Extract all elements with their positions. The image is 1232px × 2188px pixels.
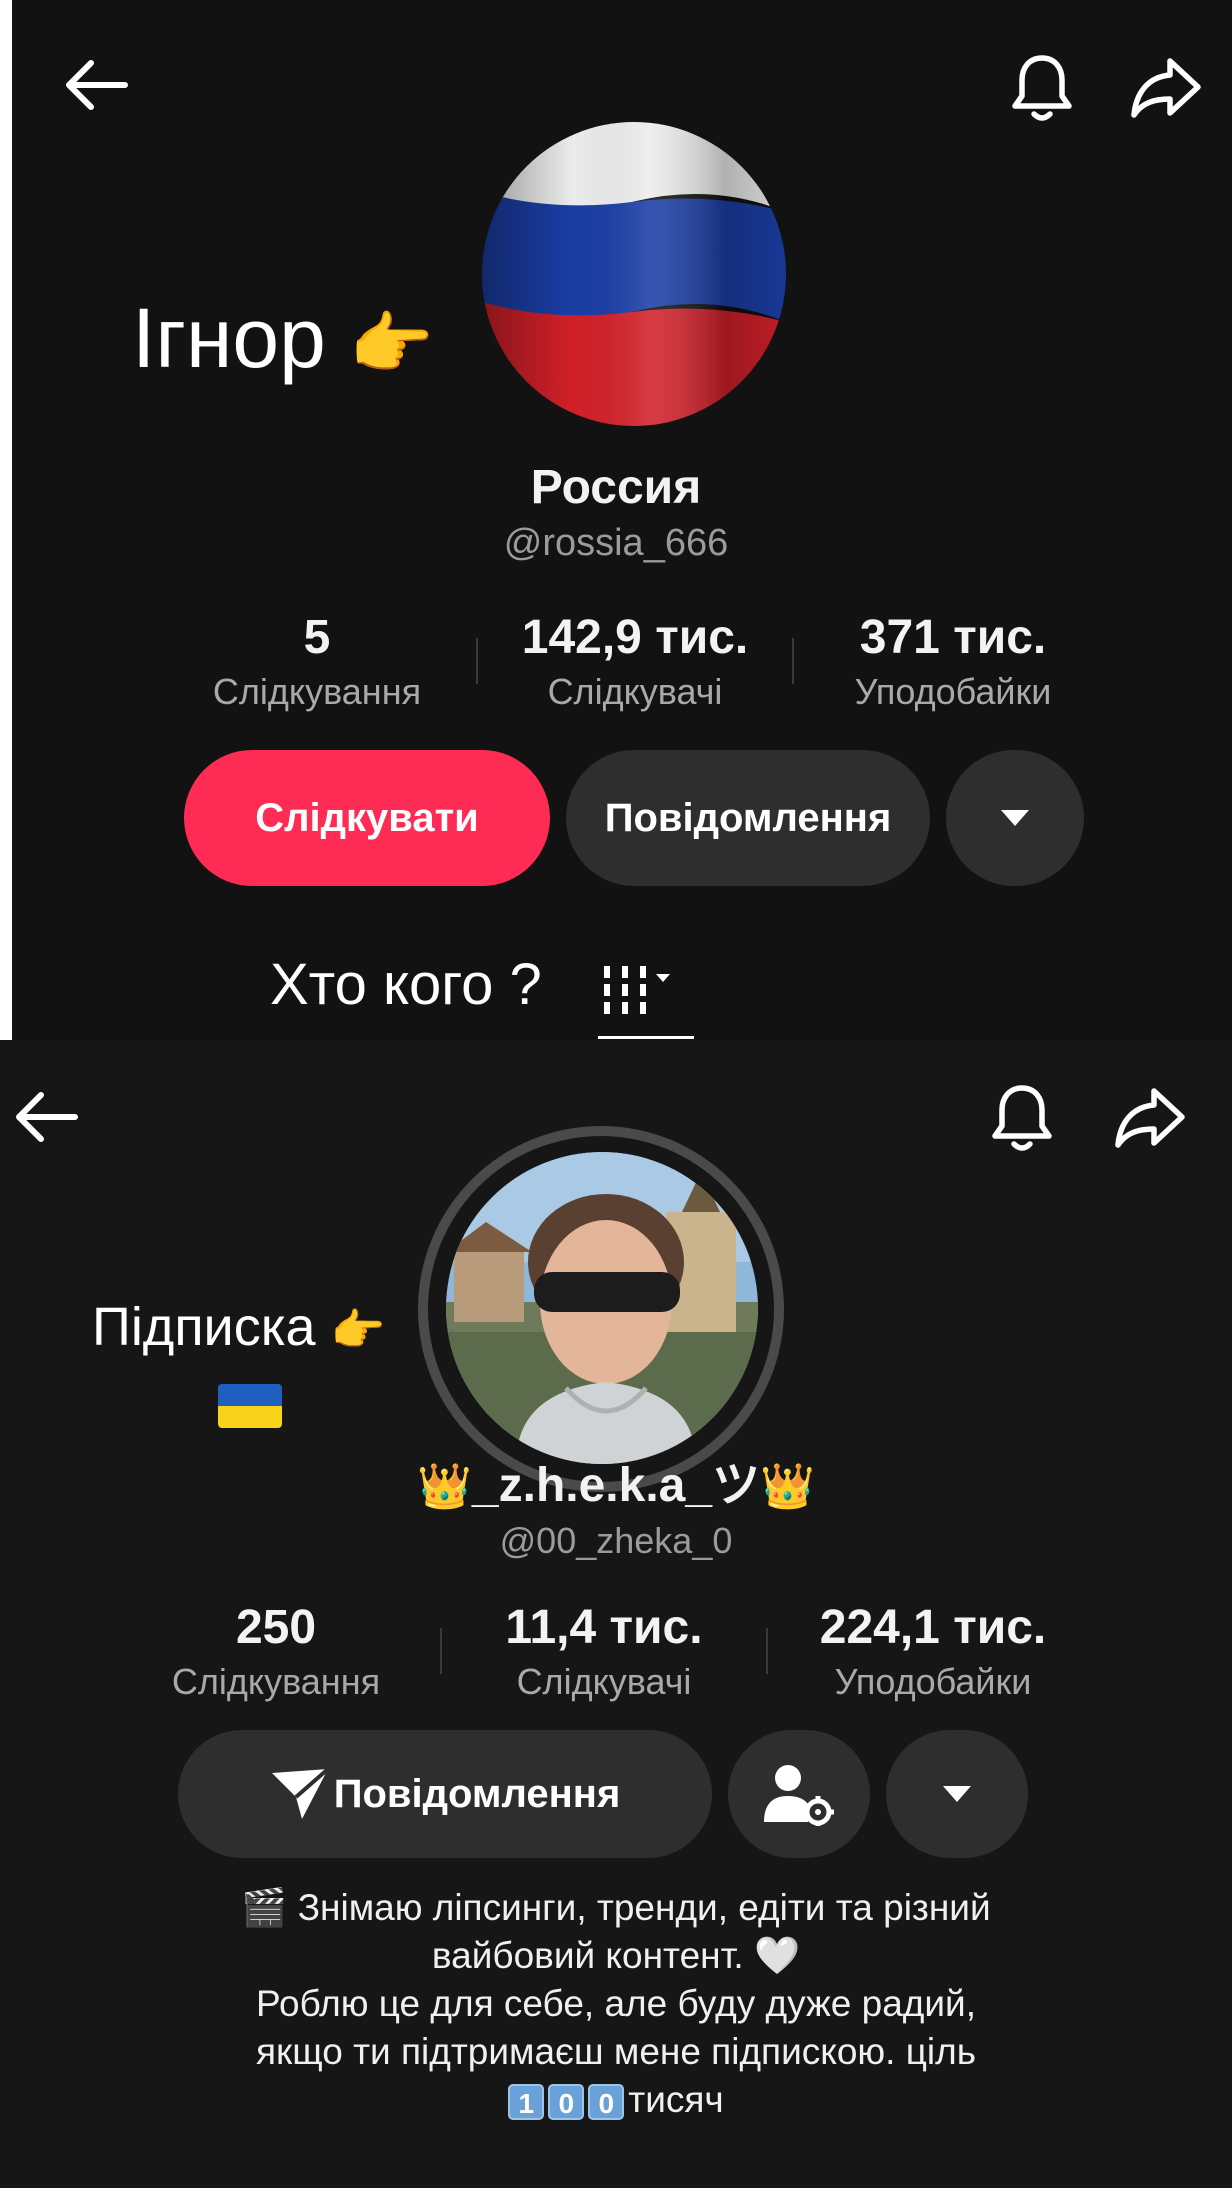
goal-digit: 0	[548, 2084, 585, 2121]
stat-likes-label: Уподобайки	[854, 671, 1052, 712]
stat-divider	[766, 1628, 768, 1674]
notification-bell-button[interactable]	[986, 1080, 1058, 1156]
overlay-label-text: Підписка	[92, 1297, 316, 1357]
add-friend-settings-button[interactable]	[728, 1730, 870, 1858]
person-gear-icon	[764, 1765, 834, 1826]
overlay-label-ignore: Ігнор 👉	[132, 288, 434, 394]
follow-button[interactable]: Слідкувати	[184, 750, 550, 886]
stat-followers-value: 142,9 тис.	[521, 611, 749, 664]
grid-bars-icon	[572, 966, 694, 1039]
pointing-right-emoji: 👉	[349, 306, 434, 382]
stat-likes-label: Уподобайки	[834, 1661, 1032, 1702]
back-button[interactable]	[58, 52, 132, 118]
russia-flag-image	[482, 122, 786, 426]
stat-likes-value: 371 тис.	[859, 611, 1047, 664]
stat-divider	[792, 638, 794, 684]
bio-line: вайбовий контент. 🤍	[60, 1932, 1172, 1980]
share-icon	[1131, 58, 1201, 118]
stat-likes[interactable]: 371 тис. Уподобайки	[808, 610, 1098, 713]
profile-name: 👑_z.h.e.k.a_ツ👑	[0, 1456, 1232, 1517]
message-button-label: Повідомлення	[333, 1771, 621, 1816]
share-button[interactable]	[1112, 1082, 1188, 1152]
bell-icon	[1012, 55, 1072, 121]
bio-line: Роблю це для себе, але буду дуже радий,	[60, 1980, 1172, 2028]
caret-down-icon	[943, 1786, 971, 1802]
back-button[interactable]	[8, 1086, 82, 1148]
share-icon	[1115, 1088, 1185, 1148]
profile-handle: @rossia_666	[503, 522, 729, 564]
arrow-left-icon	[16, 1092, 78, 1142]
bio-line: 🎬 Знімаю ліпсинги, тренди, едіти та різн…	[60, 1884, 1172, 1932]
stat-followers-value: 11,4 тис.	[505, 1601, 703, 1654]
profile-name: Россия	[530, 461, 702, 514]
profile-photo	[446, 1152, 758, 1464]
overlay-label-text: Ігнор	[132, 291, 326, 385]
stat-likes[interactable]: 224,1 тис. Уподобайки	[780, 1600, 1086, 1703]
stat-followers-label: Слідкувачі	[547, 671, 723, 712]
stat-followers[interactable]: 142,9 тис. Слідкувачі	[490, 610, 780, 713]
overlay-label-subscribe: Підписка 👉	[92, 1292, 385, 1366]
bio-goal-line: 1 0 0 тисяч	[60, 2076, 1172, 2124]
crown-emoji: 👑	[760, 1462, 815, 1511]
stat-followers-label: Слідкувачі	[516, 1661, 692, 1702]
avatar[interactable]	[446, 1152, 758, 1464]
stat-following-value: 5	[303, 611, 331, 664]
notification-bell-button[interactable]	[1006, 50, 1078, 126]
stat-likes-value: 224,1 тис.	[819, 1601, 1047, 1654]
avatar[interactable]	[482, 122, 786, 426]
bell-icon	[992, 1085, 1052, 1151]
caption-text: Хто кого ?	[270, 952, 542, 1017]
more-options-button[interactable]	[946, 750, 1084, 886]
stat-following[interactable]: 5 Слідкування	[170, 610, 464, 713]
stat-divider	[476, 638, 478, 684]
profile-name-text: _z.h.e.k.a_ツ	[471, 1459, 761, 1512]
stat-following-label: Слідкування	[212, 671, 422, 712]
pointing-right-emoji: 👉	[330, 1306, 386, 1355]
arrow-left-icon	[66, 60, 128, 110]
stat-following-label: Слідкування	[171, 1661, 381, 1702]
goal-digit: 0	[588, 2084, 625, 2121]
bio-line-text: якщо ти підтримаєш мене підпискою. ціль	[255, 2031, 977, 2072]
clapper-emoji: 🎬	[241, 1887, 288, 1928]
stat-divider	[440, 1628, 442, 1674]
profile-handle: @00_zheka_0	[499, 1520, 733, 1561]
bio-line-text: вайбовий контент.	[431, 1935, 744, 1976]
ukraine-flag-emoji	[218, 1384, 282, 1428]
stat-followers[interactable]: 11,4 тис. Слідкувачі	[456, 1600, 752, 1703]
white-heart-emoji: 🤍	[754, 1935, 801, 1976]
message-button[interactable]: Повідомлення	[566, 750, 930, 886]
stat-following-value: 250	[235, 1601, 317, 1654]
caption-who-whom: Хто кого ?	[270, 950, 542, 1020]
panel-edge	[0, 0, 12, 1040]
bio-line-text: Знімаю ліпсинги, тренди, едіти та різний	[297, 1887, 991, 1928]
stat-following[interactable]: 250 Слідкування	[126, 1600, 426, 1703]
bio-line: якщо ти підтримаєш мене підпискою. ціль	[60, 2028, 1172, 2076]
share-button[interactable]	[1128, 52, 1204, 122]
send-icon	[271, 1767, 330, 1819]
caret-down-icon	[1001, 810, 1029, 826]
more-options-button[interactable]	[886, 1730, 1028, 1858]
message-button[interactable]: Повідомлення	[178, 1730, 712, 1858]
profile-bio: 🎬 Знімаю ліпсинги, тренди, едіти та різн…	[60, 1884, 1172, 2124]
crown-emoji: 👑	[417, 1462, 472, 1511]
bio-line-text: Роблю це для себе, але буду дуже радий,	[255, 1983, 976, 2024]
goal-suffix: тисяч	[628, 2079, 724, 2120]
grid-tab[interactable]	[572, 956, 694, 1042]
goal-digit: 1	[508, 2084, 545, 2121]
